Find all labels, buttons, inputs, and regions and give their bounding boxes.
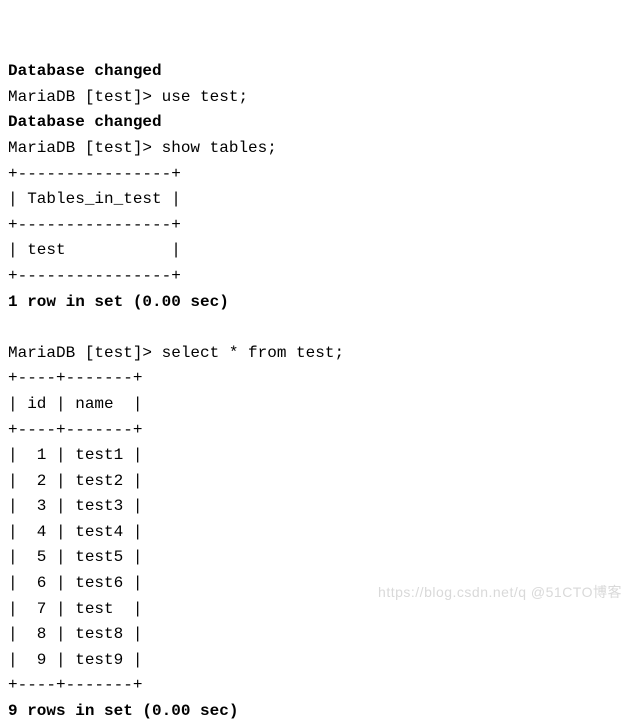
table-row: | 6 | test6 | [8,574,142,592]
db-changed-msg: Database changed [8,62,162,80]
watermark: https://blog.csdn.net/q @51CTO博客 [378,581,622,603]
table-row: | 8 | test8 | [8,625,142,643]
table-row: | 7 | test | [8,600,142,618]
table-border: +----------------+ [8,216,181,234]
prompt-use-test: MariaDB [test]> use test; [8,88,248,106]
prompt-select: MariaDB [test]> select * from test; [8,344,344,362]
table-border: +----+-------+ [8,421,142,439]
table-border: +----+-------+ [8,676,142,694]
prompt-show-tables: MariaDB [test]> show tables; [8,139,277,157]
table-border: +----------------+ [8,267,181,285]
result-summary: 1 row in set (0.00 sec) [8,293,229,311]
result-summary: 9 rows in set (0.00 sec) [8,702,238,720]
table-row: | 5 | test5 | [8,548,142,566]
table-header: | id | name | [8,395,142,413]
table-header: | Tables_in_test | [8,190,181,208]
table-row: | 2 | test2 | [8,472,142,490]
table-row: | 3 | test3 | [8,497,142,515]
table-row: | test | [8,241,181,259]
table-border: +----------------+ [8,165,181,183]
db-changed-msg: Database changed [8,113,162,131]
table-row: | 1 | test1 | [8,446,142,464]
table-row: | 9 | test9 | [8,651,142,669]
table-row: | 4 | test4 | [8,523,142,541]
table-border: +----+-------+ [8,369,142,387]
